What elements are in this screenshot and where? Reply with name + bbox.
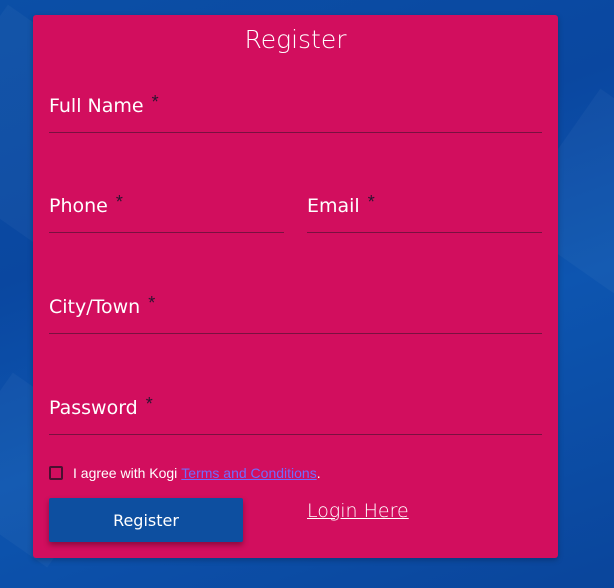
email-field[interactable]: Email * xyxy=(307,192,542,233)
email-label: Email xyxy=(307,195,360,217)
field-underline xyxy=(307,232,542,233)
agree-suffix: . xyxy=(316,465,321,481)
phone-field[interactable]: Phone * xyxy=(49,192,284,233)
terms-agreement: I agree with Kogi Terms and Conditions . xyxy=(49,465,321,481)
field-underline xyxy=(49,434,542,435)
register-button[interactable]: Register xyxy=(49,498,243,542)
field-underline xyxy=(49,333,542,334)
password-field[interactable]: Password * xyxy=(49,394,542,435)
terms-link[interactable]: Terms and Conditions xyxy=(181,465,316,481)
required-mark: * xyxy=(148,293,156,313)
form-title: Register xyxy=(244,25,347,54)
register-card: Register Full Name * Phone * Email * City/T… xyxy=(33,15,558,558)
agree-checkbox[interactable] xyxy=(49,466,63,480)
phone-label: Phone xyxy=(49,195,108,217)
agree-text: I agree with Kogi xyxy=(73,465,178,481)
full-name-field[interactable]: Full Name * xyxy=(49,92,542,133)
password-label: Password xyxy=(49,397,138,419)
login-link[interactable]: Login Here xyxy=(307,500,409,522)
field-underline xyxy=(49,132,542,133)
city-field[interactable]: City/Town * xyxy=(49,293,542,334)
field-underline xyxy=(49,232,284,233)
required-mark: * xyxy=(145,394,153,414)
required-mark: * xyxy=(115,192,123,212)
city-label: City/Town xyxy=(49,296,141,318)
full-name-label: Full Name xyxy=(49,95,144,117)
required-mark: * xyxy=(151,92,159,112)
required-mark: * xyxy=(367,192,375,212)
